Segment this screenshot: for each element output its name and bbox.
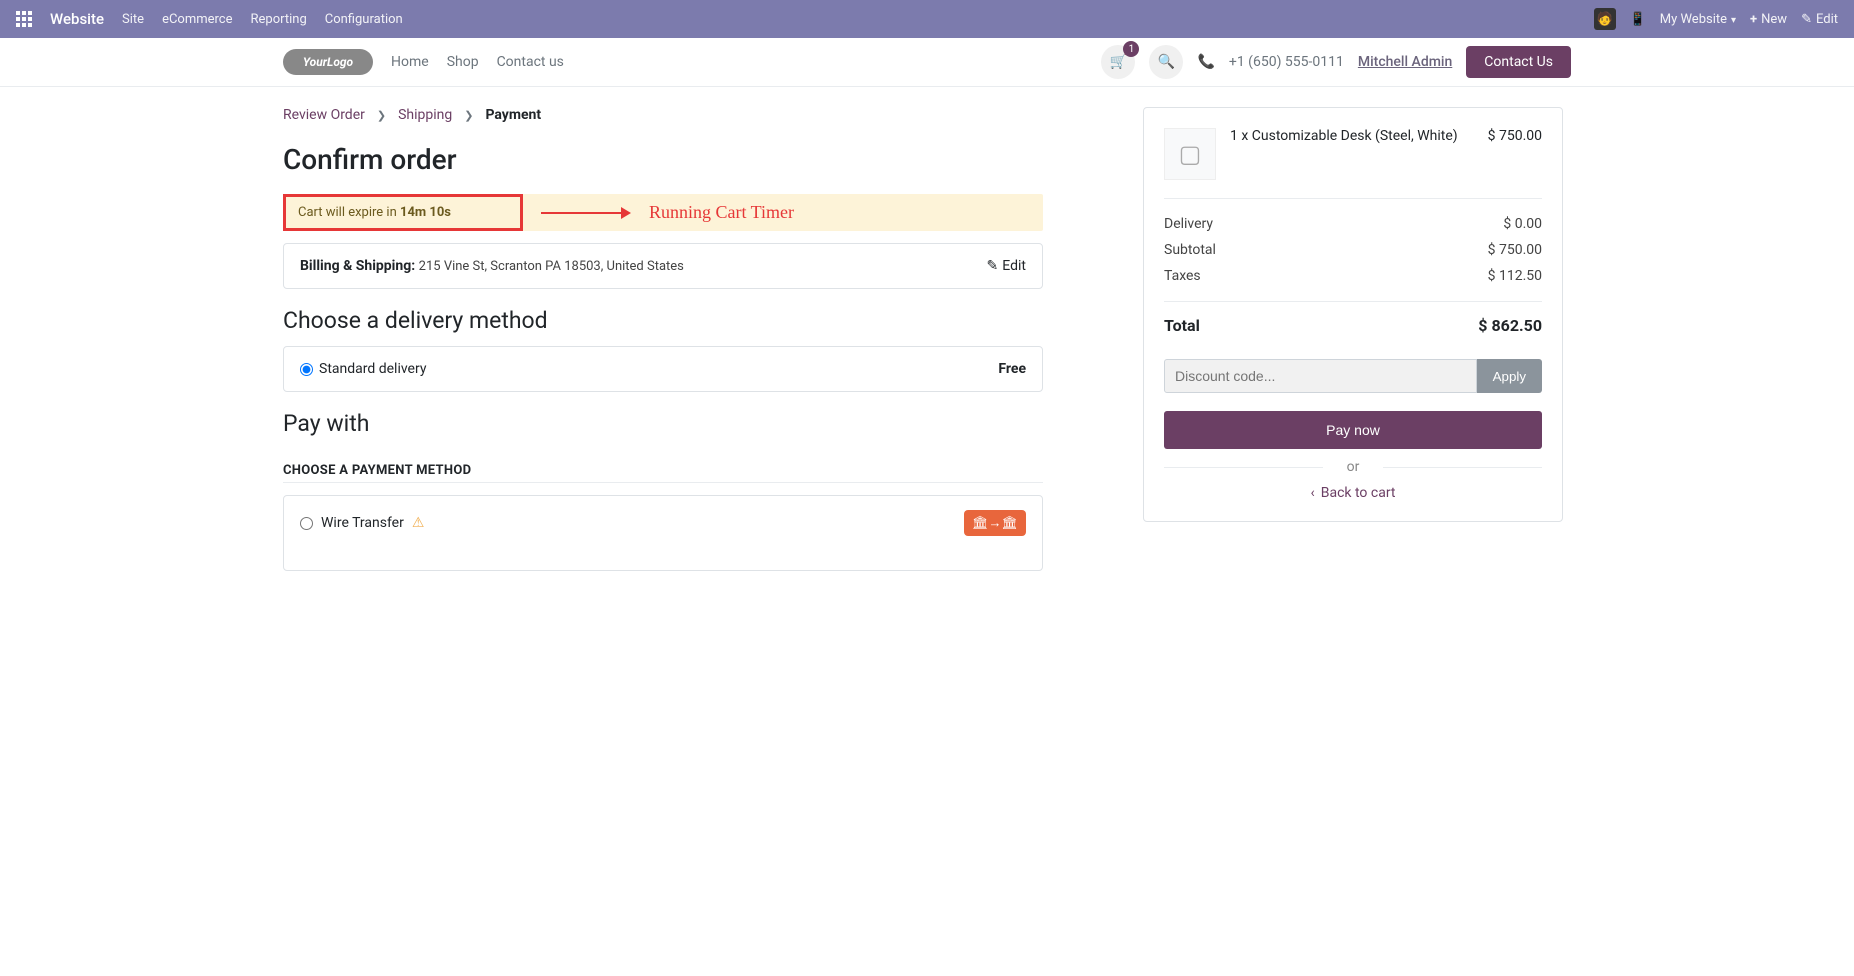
pay-now-button[interactable]: Pay now [1164, 411, 1542, 449]
product-price: $ 750.00 [1488, 128, 1542, 144]
payment-radio[interactable] [300, 517, 313, 530]
delivery-option-card[interactable]: Standard delivery Free [283, 346, 1043, 392]
admin-menu-site[interactable]: Site [122, 12, 144, 27]
shipping-address: 215 Vine St, Scranton PA 18503, United S… [419, 259, 684, 274]
admin-bar: Website Site eCommerce Reporting Configu… [0, 0, 1854, 38]
breadcrumb-current: Payment [485, 107, 541, 123]
admin-menu-configuration[interactable]: Configuration [325, 12, 403, 27]
payment-section-label: Choose a payment method [283, 463, 1043, 483]
product-row: ▢ 1 x Customizable Desk (Steel, White) $… [1164, 128, 1542, 199]
cart-button[interactable]: 🛒 1 [1101, 45, 1135, 79]
apply-button[interactable]: Apply [1477, 359, 1542, 393]
annotation-label: Running Cart Timer [649, 202, 794, 223]
logo[interactable]: YourLogo [283, 49, 373, 75]
product-name: 1 x Customizable Desk (Steel, White) [1230, 128, 1474, 144]
arrow-icon [541, 205, 631, 221]
or-divider: or [1164, 459, 1542, 475]
line-value: $ 112.50 [1488, 268, 1542, 284]
delivery-price: Free [998, 361, 1026, 377]
back-to-cart-link[interactable]: Back to cart [1164, 485, 1542, 501]
discount-input[interactable] [1164, 359, 1477, 393]
nav-contact[interactable]: Contact us [497, 54, 564, 70]
delivery-option-name: Standard delivery [319, 361, 426, 377]
admin-menu-ecommerce[interactable]: eCommerce [162, 12, 232, 27]
line-value: $ 0.00 [1503, 216, 1542, 232]
total-line: Total $ 862.50 [1164, 301, 1542, 349]
pay-heading: Pay with [283, 410, 1043, 437]
avatar[interactable]: 🧑 [1594, 8, 1616, 30]
admin-menu-reporting[interactable]: Reporting [251, 12, 307, 27]
chevron-right-icon: ❯ [377, 109, 386, 122]
site-header: YourLogo Home Shop Contact us 🛒 1 🔍 📞 +1… [0, 38, 1854, 87]
delivery-radio[interactable] [300, 363, 313, 376]
payment-option-card[interactable]: Wire Transfer ⚠ 🏛→🏛 [283, 495, 1043, 571]
contact-us-button[interactable]: Contact Us [1466, 46, 1571, 78]
total-value: $ 862.50 [1478, 316, 1542, 335]
nav-shop[interactable]: Shop [447, 54, 479, 70]
bank-transfer-icon: 🏛→🏛 [964, 510, 1026, 536]
shipping-label: Billing & Shipping: [300, 258, 415, 274]
line-label: Taxes [1164, 268, 1201, 284]
chevron-right-icon: ❯ [464, 109, 473, 122]
timer-value: 14m 10s [400, 205, 451, 220]
product-image: ▢ [1164, 128, 1216, 180]
breadcrumb-shipping[interactable]: Shipping [398, 107, 452, 123]
breadcrumb-review[interactable]: Review Order [283, 107, 365, 123]
line-taxes: Taxes $ 112.50 [1164, 263, 1542, 289]
mobile-icon[interactable]: 📱 [1630, 12, 1646, 27]
warning-icon: ⚠ [412, 515, 425, 531]
order-summary: ▢ 1 x Customizable Desk (Steel, White) $… [1143, 107, 1563, 522]
line-value: $ 750.00 [1488, 242, 1542, 258]
cart-icon: 🛒 [1110, 54, 1127, 70]
delivery-option-label[interactable]: Standard delivery [300, 361, 426, 377]
user-menu[interactable]: Mitchell Admin [1358, 54, 1452, 70]
line-label: Subtotal [1164, 242, 1216, 258]
page-title: Confirm order [283, 143, 1043, 176]
admin-brand[interactable]: Website [50, 10, 104, 28]
line-subtotal: Subtotal $ 750.00 [1164, 237, 1542, 263]
payment-option-name: Wire Transfer [321, 515, 404, 531]
shipping-card: Billing & Shipping: 215 Vine St, Scranto… [283, 243, 1043, 289]
timer-prefix: Cart will expire in [298, 205, 400, 220]
breadcrumb: Review Order ❯ Shipping ❯ Payment [283, 107, 1043, 123]
delivery-heading: Choose a delivery method [283, 307, 1043, 334]
total-label: Total [1164, 316, 1200, 335]
line-delivery: Delivery $ 0.00 [1164, 211, 1542, 237]
cart-timer-alert: Cart will expire in 14m 10s Running Cart… [283, 194, 1043, 231]
apps-icon[interactable] [16, 11, 32, 27]
search-icon: 🔍 [1158, 54, 1175, 70]
cart-badge: 1 [1123, 41, 1139, 57]
search-button[interactable]: 🔍 [1149, 45, 1183, 79]
website-switcher[interactable]: My Website [1660, 12, 1736, 27]
nav-home[interactable]: Home [391, 54, 429, 70]
phone-number: +1 (650) 555-0111 [1229, 54, 1344, 70]
edit-address-link[interactable]: Edit [987, 258, 1026, 274]
edit-button[interactable]: Edit [1801, 12, 1838, 27]
phone-icon: 📞 [1197, 54, 1214, 70]
line-label: Delivery [1164, 216, 1213, 232]
new-button[interactable]: New [1750, 12, 1787, 27]
